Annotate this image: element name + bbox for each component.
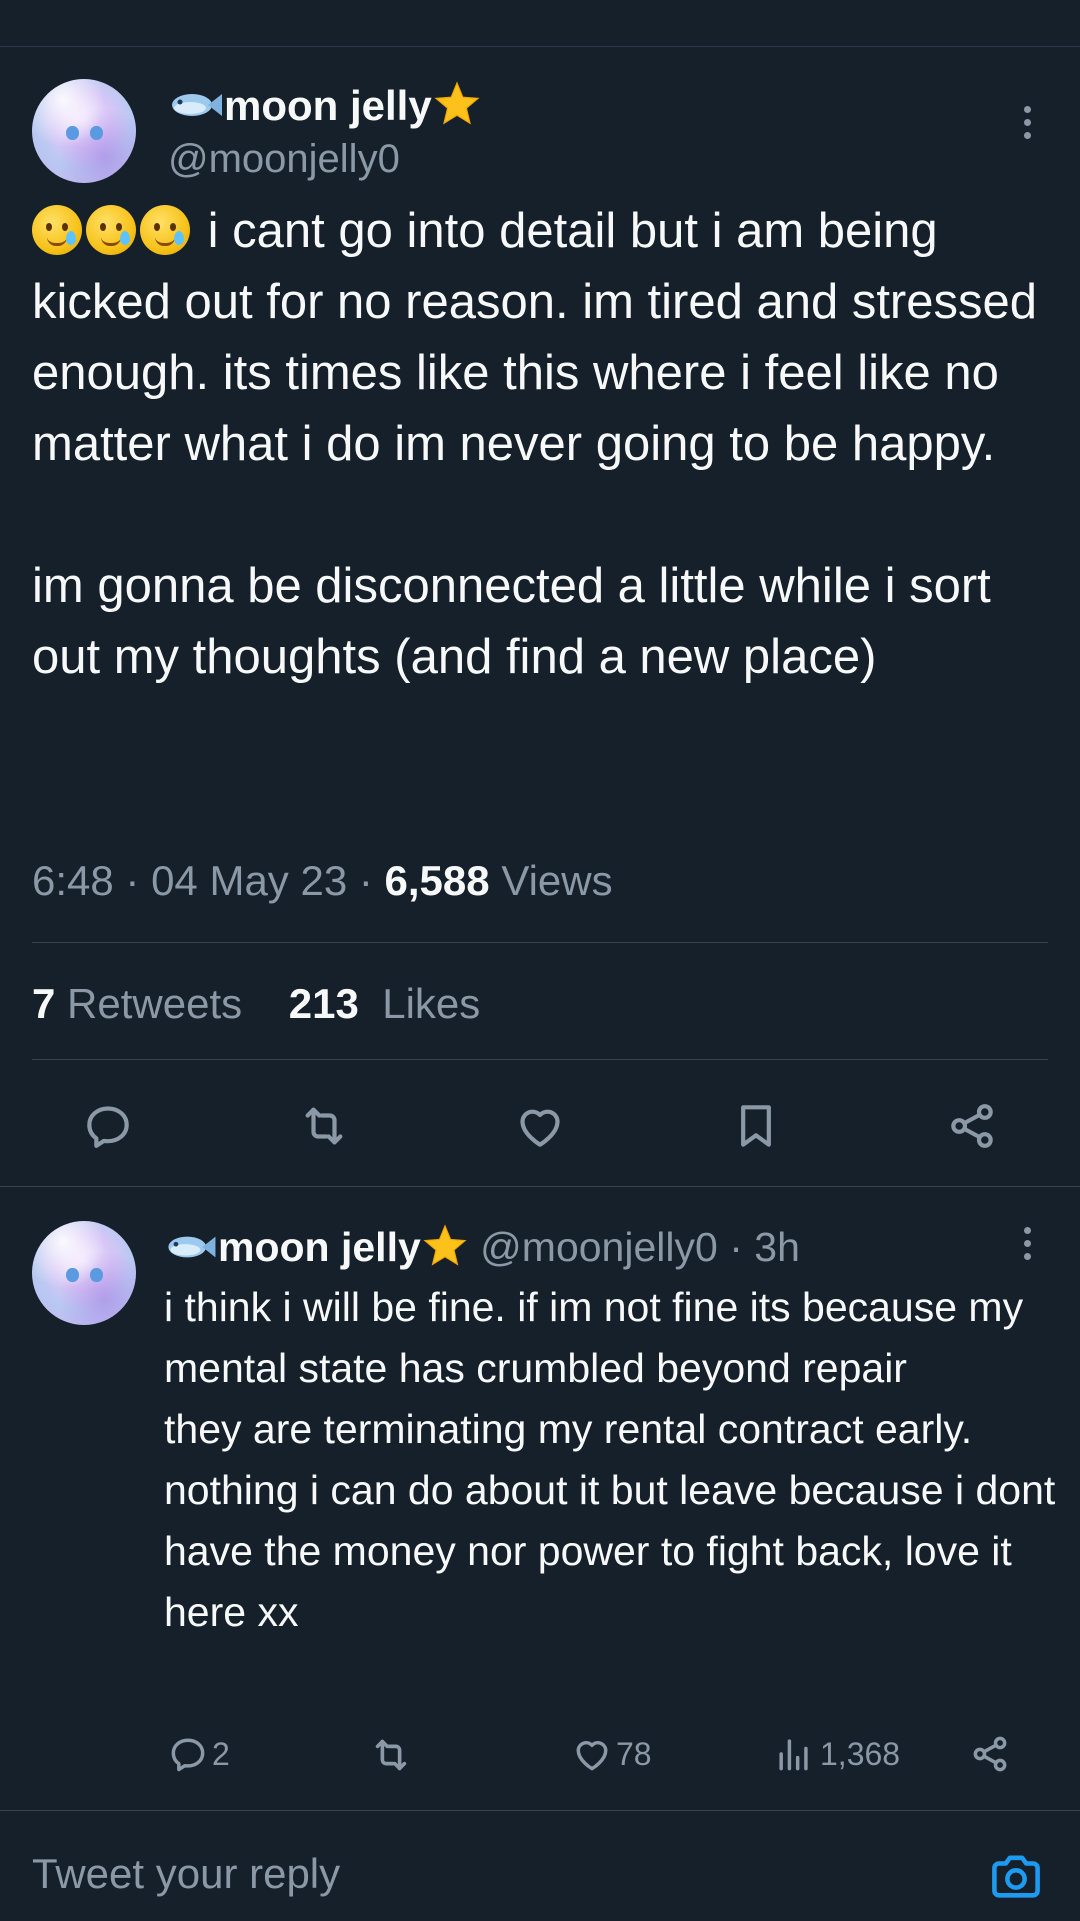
share-button[interactable] bbox=[944, 1098, 1000, 1154]
tweet-stats: 7 Retweets 213 Likes bbox=[32, 980, 480, 1028]
reply-icon bbox=[171, 1738, 205, 1772]
tweet-time: 6:48 bbox=[32, 857, 114, 904]
face-holding-back-tears-emoji-icon bbox=[32, 204, 194, 258]
star-emoji-icon bbox=[434, 81, 480, 125]
top-divider bbox=[0, 46, 1080, 47]
reply-handle[interactable]: @moonjelly0 bbox=[480, 1224, 718, 1270]
divider bbox=[32, 942, 1048, 943]
display-name[interactable]: moon jelly bbox=[168, 80, 482, 130]
bookmark-icon bbox=[741, 1105, 771, 1147]
display-name-text: moon jelly bbox=[224, 82, 432, 129]
reply-paragraph-2: they are terminating my rental contract … bbox=[164, 1406, 1056, 1635]
tweet-date: 04 May 23 bbox=[151, 857, 348, 904]
like-icon bbox=[520, 1109, 560, 1147]
likes-count: 213 bbox=[288, 980, 359, 1027]
star-emoji-icon bbox=[423, 1224, 467, 1266]
reply-paragraph-1: i think i will be fine. if im not fine i… bbox=[164, 1284, 1024, 1391]
like-icon bbox=[576, 1741, 608, 1771]
tweet-paragraph-2: im gonna be disconnected a little while … bbox=[32, 559, 991, 684]
avatar[interactable] bbox=[32, 79, 136, 183]
retweet-button[interactable] bbox=[296, 1098, 352, 1154]
reply-display-name-text: moon jelly bbox=[218, 1224, 421, 1270]
reply-avatar[interactable] bbox=[32, 1221, 136, 1325]
divider bbox=[32, 1059, 1048, 1060]
views-icon bbox=[779, 1739, 808, 1771]
separator: · bbox=[729, 1224, 743, 1270]
retweets-stat[interactable]: 7 Retweets bbox=[32, 980, 242, 1027]
more-options-icon[interactable] bbox=[1022, 106, 1032, 145]
retweet-icon bbox=[305, 1107, 343, 1145]
reply-retweet-button[interactable] bbox=[368, 1732, 414, 1778]
view-count: 1,368 bbox=[820, 1735, 901, 1772]
divider bbox=[0, 1810, 1080, 1811]
handle[interactable]: @moonjelly0 bbox=[168, 137, 400, 182]
tweet-text: i cant go into detail but i am being kic… bbox=[32, 196, 1052, 693]
views-label: Views bbox=[501, 857, 613, 904]
camera-icon bbox=[992, 1855, 1040, 1898]
share-icon bbox=[973, 1736, 1007, 1772]
divider bbox=[0, 1186, 1080, 1187]
reply-views-button[interactable]: 1,368 bbox=[772, 1732, 900, 1776]
reply-icon bbox=[87, 1106, 129, 1148]
likes-stat[interactable]: 213 Likes bbox=[289, 980, 480, 1027]
share-icon bbox=[951, 1104, 993, 1148]
retweet-icon bbox=[375, 1739, 407, 1771]
camera-button[interactable] bbox=[988, 1851, 1044, 1901]
reply-button[interactable] bbox=[80, 1098, 136, 1154]
reply-header: moon jelly @moonjelly0 · 3h bbox=[164, 1223, 800, 1271]
more-options-icon[interactable] bbox=[1022, 1227, 1032, 1266]
tweet-meta: 6:48 · 04 May 23 · 6,588 Views bbox=[32, 857, 613, 904]
reply-count: 2 bbox=[212, 1735, 230, 1772]
fish-emoji-icon bbox=[168, 1236, 216, 1258]
likes-label: Likes bbox=[382, 980, 481, 1027]
reply-display-name[interactable]: moon jelly bbox=[164, 1224, 469, 1270]
fish-emoji-icon bbox=[172, 94, 222, 116]
reply-text: i think i will be fine. if im not fine i… bbox=[164, 1277, 1064, 1643]
reply-share-button[interactable] bbox=[968, 1732, 1012, 1776]
like-count: 78 bbox=[616, 1735, 652, 1772]
reply-reply-button[interactable]: 2 bbox=[166, 1732, 230, 1776]
bookmark-button[interactable] bbox=[728, 1098, 784, 1154]
reply-like-button[interactable]: 78 bbox=[570, 1732, 652, 1776]
views-count: 6,588 bbox=[384, 857, 490, 904]
reply-input[interactable]: Tweet your reply bbox=[32, 1850, 340, 1898]
reply-age[interactable]: 3h bbox=[754, 1224, 800, 1270]
like-button[interactable] bbox=[512, 1098, 568, 1154]
retweets-label: Retweets bbox=[67, 980, 243, 1027]
retweets-count: 7 bbox=[32, 980, 56, 1027]
